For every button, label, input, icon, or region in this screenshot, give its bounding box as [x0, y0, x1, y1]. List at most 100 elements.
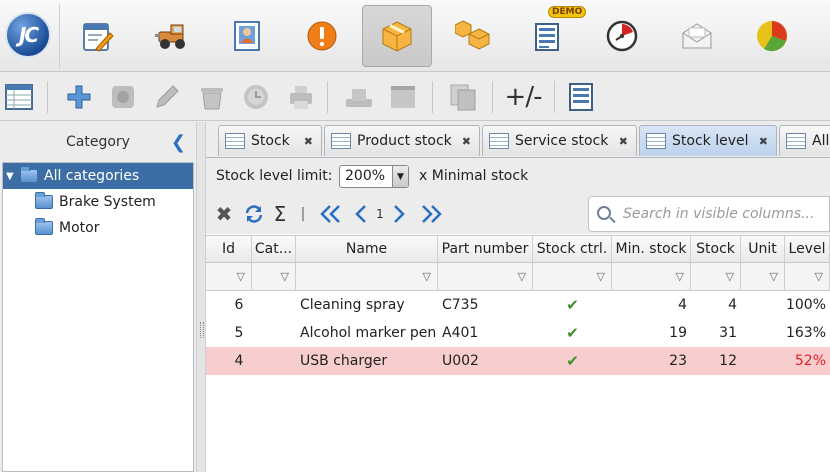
pager-separator: |	[300, 206, 306, 222]
close-icon[interactable]: ✖	[759, 135, 768, 148]
documents-icon	[83, 23, 114, 52]
window-button[interactable]	[388, 82, 418, 112]
category-panel: Category ❮ ▼ All categories Brake System…	[0, 122, 196, 472]
column-header-category[interactable]: Cat...	[252, 236, 296, 262]
first-page-button[interactable]	[318, 202, 344, 226]
column-header-id[interactable]: Id	[206, 236, 252, 262]
filter-id-icon[interactable]: ▽	[206, 263, 252, 290]
list-icon	[535, 23, 559, 51]
table-row[interactable]: 6 Cleaning spray C735 ✔ 4 4 100%	[206, 291, 830, 319]
table-row-below-limit[interactable]: 4 USB charger U002 ✔ 23 12 52%	[206, 347, 830, 375]
print-button[interactable]	[286, 82, 316, 112]
history-icon	[244, 85, 268, 109]
history-button[interactable]	[241, 82, 271, 112]
cell-min-stock: 4	[678, 297, 687, 313]
check-icon: ✔	[566, 352, 579, 370]
nav-alerts-button[interactable]	[287, 5, 357, 67]
filter-part-number-icon[interactable]: ▽	[438, 263, 533, 290]
limit-select[interactable]: 200% ▼	[339, 165, 409, 188]
search-input[interactable]: Search in visible columns...	[588, 196, 830, 232]
pencil-icon	[156, 85, 179, 108]
filter-unit-icon[interactable]: ▽	[741, 263, 785, 290]
filter-name-icon[interactable]: ▽	[296, 263, 438, 290]
cell-stock: 4	[728, 297, 737, 313]
column-header-level[interactable]: Level	[785, 236, 830, 262]
nav-vehicles-button[interactable]	[138, 5, 208, 67]
nav-statistics-button[interactable]	[737, 5, 807, 67]
cell-level: 100%	[785, 297, 826, 313]
panel-splitter[interactable]	[196, 122, 206, 472]
tab-all[interactable]: All	[779, 125, 830, 156]
action-toolbar: +/-	[0, 73, 830, 121]
filter-category-icon[interactable]: ▽	[252, 263, 296, 290]
stamp-button[interactable]	[344, 82, 374, 112]
table-filter-row: ▽ ▽ ▽ ▽ ▽ ▽ ▽ ▽ ▽	[206, 263, 830, 291]
cell-stock: 12	[719, 353, 737, 369]
close-icon[interactable]: ✖	[619, 135, 628, 148]
edit-button[interactable]	[152, 82, 182, 112]
close-icon[interactable]: ✖	[462, 135, 471, 148]
next-page-button[interactable]	[392, 202, 406, 226]
filter-level-icon[interactable]: ▽	[785, 263, 830, 290]
table-view-button[interactable]	[4, 82, 34, 112]
sum-button[interactable]: Σ	[270, 202, 290, 226]
column-header-min-stock[interactable]: Min. stock	[612, 236, 691, 262]
nav-documents-button[interactable]	[62, 5, 132, 67]
report-list-button[interactable]	[566, 82, 596, 112]
column-header-stock[interactable]: Stock	[691, 236, 741, 262]
copy-record-button[interactable]	[108, 82, 138, 112]
chevron-down-icon[interactable]: ▼	[392, 166, 408, 187]
category-header: Category ❮	[0, 122, 196, 162]
tab-service-stock[interactable]: Service stock ✖	[482, 125, 637, 156]
demo-badge: DEMO	[548, 6, 587, 18]
last-page-button[interactable]	[418, 202, 444, 226]
add-button[interactable]	[64, 82, 94, 112]
table-icon	[646, 133, 666, 149]
stock-level-view: Stock level limit: 200% ▼ x Minimal stoc…	[206, 157, 830, 472]
tab-label: Product stock	[357, 133, 452, 149]
tree-item-all-categories[interactable]: ▼ All categories	[3, 163, 193, 189]
filter-min-stock-icon[interactable]: ▽	[612, 263, 691, 290]
nav-multi-stock-button[interactable]	[438, 5, 508, 67]
column-header-unit[interactable]: Unit	[741, 236, 785, 262]
delete-button[interactable]	[197, 82, 227, 112]
column-header-part-number[interactable]: Part number	[438, 236, 533, 262]
tab-stock[interactable]: Stock ✖	[218, 125, 322, 156]
tab-product-stock[interactable]: Product stock ✖	[324, 125, 480, 156]
cell-name: Alcohol marker pen	[300, 325, 437, 341]
cell-min-stock: 19	[669, 325, 687, 341]
check-icon: ✔	[566, 324, 579, 342]
refresh-button[interactable]	[242, 202, 266, 226]
table-row[interactable]: 5 Alcohol marker pen A401 ✔ 19 31 163%	[206, 319, 830, 347]
column-header-name[interactable]: Name	[296, 236, 438, 262]
alert-icon	[307, 21, 337, 51]
list-icon	[569, 83, 593, 111]
cell-unit	[741, 319, 785, 347]
nav-mail-button[interactable]	[662, 5, 732, 67]
cell-category	[272, 291, 296, 319]
close-icon[interactable]: ✖	[304, 135, 313, 148]
clear-filter-button[interactable]: ✖	[214, 202, 234, 226]
filter-stock-ctrl-icon[interactable]: ▽	[533, 263, 612, 290]
collapse-panel-icon[interactable]: ❮	[171, 132, 186, 153]
expand-caret-icon[interactable]: ▼	[6, 171, 20, 182]
cell-part-number: C735	[442, 297, 479, 313]
stock-level-options: Stock level limit: 200% ▼ x Minimal stoc…	[206, 158, 830, 194]
contacts-icon	[234, 21, 260, 51]
app-logo[interactable]: JC	[5, 12, 51, 58]
tab-stock-level[interactable]: Stock level ✖	[639, 125, 777, 156]
current-page: 1	[376, 207, 384, 221]
column-header-stock-ctrl[interactable]: Stock ctrl.	[533, 236, 612, 262]
previous-page-button[interactable]	[354, 202, 368, 226]
nav-stock-button[interactable]	[362, 5, 432, 67]
cell-unit	[741, 347, 785, 375]
tree-item-motor[interactable]: Motor	[3, 215, 193, 241]
tree-item-brake-system[interactable]: Brake System	[3, 189, 193, 215]
table-icon	[225, 133, 245, 149]
copy-button[interactable]	[448, 82, 478, 112]
nav-time-button[interactable]	[587, 5, 657, 67]
nav-contacts-button[interactable]	[212, 5, 282, 67]
plus-minus-button[interactable]: +/-	[501, 82, 545, 112]
filter-stock-icon[interactable]: ▽	[691, 263, 741, 290]
table-icon	[786, 133, 806, 149]
